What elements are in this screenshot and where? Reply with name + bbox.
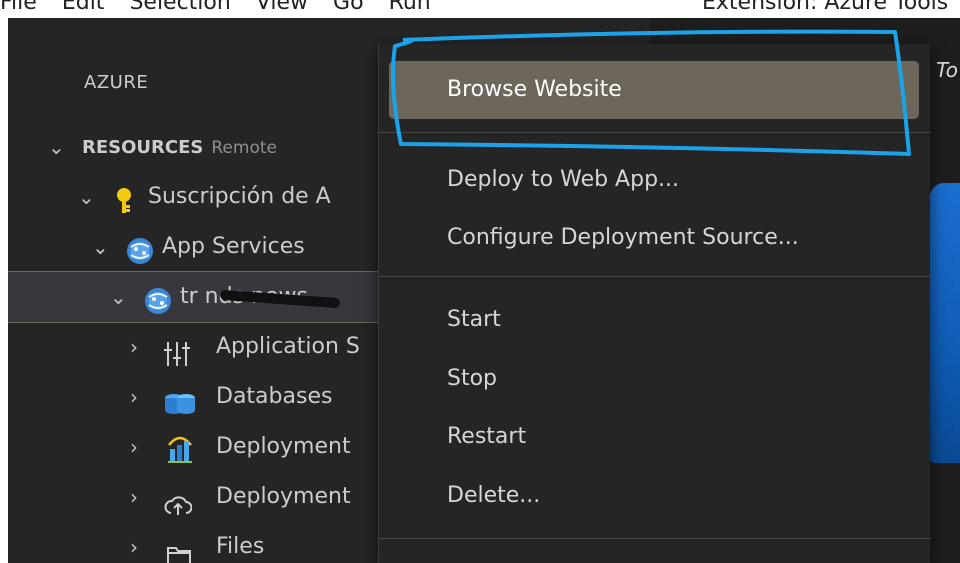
tree-item-label: Suscripción de A (148, 184, 331, 209)
tree-item-label: Deployment (216, 484, 351, 509)
chevron-right-icon: › (130, 385, 138, 409)
azure-logo-fragment (930, 183, 960, 463)
menu-item-restart[interactable]: Restart (447, 422, 526, 452)
tree-item-label: Files (216, 534, 265, 559)
tree-item-label: Databases (216, 384, 333, 409)
menu-separator (379, 276, 931, 277)
menu-run[interactable]: Run (389, 0, 431, 15)
menu-edit[interactable]: Edit (62, 0, 105, 15)
tree-item-label: Application S (216, 334, 360, 359)
chevron-down-icon: ⌄ (92, 235, 109, 259)
menu-file[interactable]: File (0, 0, 37, 15)
menubar: File Edit Selection View Go Run Extensio… (0, 0, 960, 18)
tree-item-label: Deployment (216, 434, 351, 459)
sidebar-header: AZURE (84, 72, 149, 93)
chevron-right-icon: › (130, 435, 138, 459)
window-title: Extension: Azure Tools (702, 0, 949, 15)
editor-tab[interactable]: To (936, 58, 960, 82)
resources-title: RESOURCES Remote (82, 137, 277, 158)
folder-icon (166, 536, 192, 563)
chevron-down-icon: ⌄ (48, 135, 65, 159)
chevron-down-icon: ⌄ (78, 185, 95, 209)
menu-item-configure-deployment-source[interactable]: Configure Deployment Source... (447, 223, 799, 253)
tree-item-label: App Services (162, 234, 305, 259)
menu-item-start[interactable]: Start (447, 305, 501, 335)
menu-selection[interactable]: Selection (129, 0, 230, 15)
highlight-annotation (391, 29, 911, 156)
chevron-right-icon: › (130, 485, 138, 509)
menu-separator (379, 538, 931, 539)
chevron-down-icon: ⌄ (110, 285, 127, 309)
menu-go[interactable]: Go (333, 0, 364, 15)
chevron-right-icon: › (130, 335, 138, 359)
menu-item-stop[interactable]: Stop (447, 364, 497, 394)
chevron-right-icon: › (130, 535, 138, 559)
menu-view[interactable]: View (256, 0, 308, 15)
menu-item-delete[interactable]: Delete... (447, 481, 540, 511)
menu-item-deploy-to-web-app[interactable]: Deploy to Web App... (447, 165, 679, 195)
